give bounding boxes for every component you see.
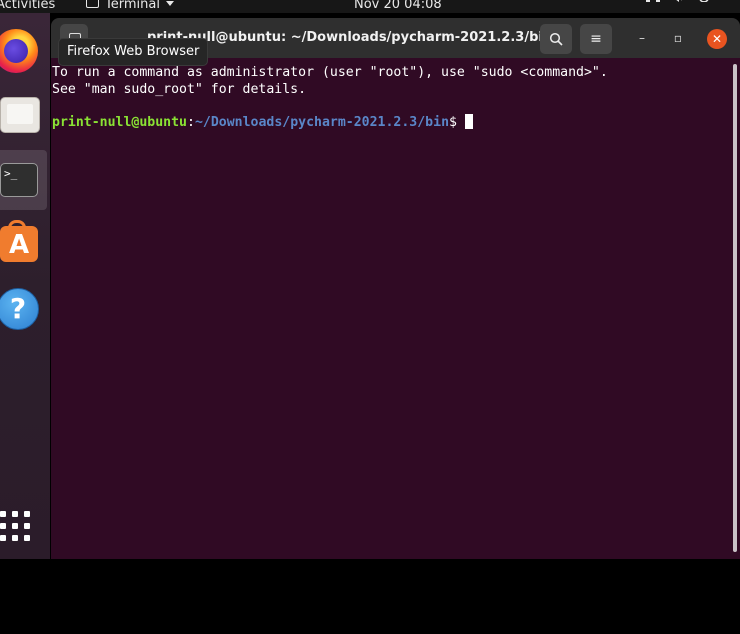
motd-line: To run a command as administrator (user … (52, 65, 608, 80)
prompt-path: ~/Downloads/pycharm-2021.2.3/bin (194, 115, 450, 130)
chevron-down-icon (165, 0, 174, 6)
hamburger-menu-button[interactable]: ≡ (580, 24, 612, 54)
app-menu[interactable]: Terminal (86, 0, 174, 13)
network-icon (646, 0, 660, 2)
power-icon (699, 0, 709, 2)
app-menu-label: Terminal (105, 0, 160, 12)
activities-button[interactable]: Activities (0, 0, 55, 13)
prompt-line: print-null@ubuntu:~/Downloads/pycharm-20… (52, 114, 473, 131)
prompt-symbol: $ (449, 115, 457, 130)
apps-grid-icon[interactable] (0, 511, 34, 541)
help-icon[interactable]: ? (0, 281, 48, 341)
clock[interactable]: Nov 20 04:08 (354, 0, 442, 13)
terminal-window: print-null@ubuntu: ~/Downloads/pycharm-2… (51, 18, 740, 559)
top-bar: Activities Terminal Nov 20 04:08 (0, 0, 740, 13)
system-tray[interactable] (646, 0, 730, 2)
search-button[interactable] (540, 24, 572, 54)
volume-icon (676, 0, 682, 2)
files-icon[interactable] (0, 89, 48, 149)
software-icon[interactable]: A (0, 216, 48, 276)
prompt-user: print-null@ubuntu (52, 115, 187, 130)
maximize-icon: ▫ (673, 31, 683, 45)
search-icon (549, 32, 563, 46)
minimize-button[interactable]: – (632, 28, 652, 48)
text-cursor (464, 114, 473, 129)
close-button[interactable]: ✕ (707, 29, 727, 49)
terminal-small-icon (86, 0, 99, 8)
dock: >_ A ? (0, 13, 50, 559)
prompt-separator: : (186, 115, 195, 130)
motd-line: See "man sudo_root" for details. (52, 82, 307, 97)
firefox-icon[interactable] (0, 23, 48, 83)
terminal-output[interactable]: To run a command as administrator (user … (51, 58, 740, 559)
terminal-icon[interactable]: >_ (0, 153, 48, 213)
scrollbar[interactable] (733, 64, 737, 552)
maximize-button[interactable]: ▫ (668, 28, 688, 48)
dock-tooltip: Firefox Web Browser (58, 38, 209, 66)
minimize-icon: – (639, 31, 645, 45)
menu-icon: ≡ (590, 31, 602, 47)
close-icon: ✕ (711, 32, 723, 46)
